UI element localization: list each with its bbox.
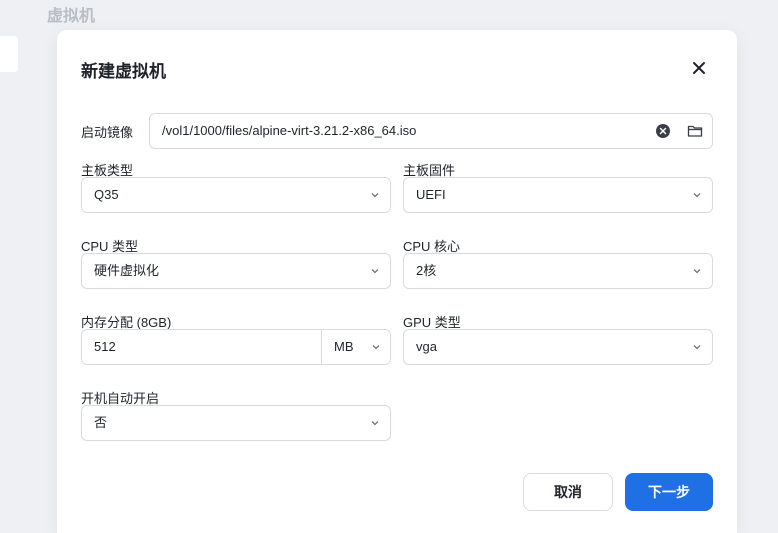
chevron-down-icon xyxy=(371,269,379,274)
folder-icon xyxy=(687,125,703,137)
chevron-down-icon xyxy=(693,345,701,350)
autostart-value: 否 xyxy=(94,415,108,430)
chevron-down-icon xyxy=(371,421,379,426)
cpu-cores-select[interactable]: 2核 xyxy=(403,253,713,289)
close-button[interactable] xyxy=(689,58,709,78)
chevron-down-icon xyxy=(371,193,379,198)
gpu-type-value: vga xyxy=(416,339,437,354)
boot-image-path: /vol1/1000/files/alpine-virt-3.21.2-x86_… xyxy=(162,123,417,138)
chevron-down-icon xyxy=(693,193,701,198)
motherboard-type-value: Q35 xyxy=(94,187,119,202)
dialog-title: 新建虚拟机 xyxy=(81,62,166,81)
next-button[interactable]: 下一步 xyxy=(625,473,713,511)
memory-input[interactable]: 512 xyxy=(94,330,116,364)
chevron-down-icon xyxy=(372,345,380,350)
cpu-type-value: 硬件虚拟化 xyxy=(94,263,160,278)
boot-image-field[interactable]: /vol1/1000/files/alpine-virt-3.21.2-x86_… xyxy=(149,113,713,149)
motherboard-firmware-select[interactable]: UEFI xyxy=(403,177,713,213)
gpu-type-select[interactable]: vga xyxy=(403,329,713,365)
background-page-title: 虚拟机 xyxy=(47,8,96,25)
boot-image-label: 启动镜像 xyxy=(81,125,134,140)
clear-button[interactable] xyxy=(655,123,671,139)
cancel-button[interactable]: 取消 xyxy=(523,473,613,511)
browse-folder-button[interactable] xyxy=(687,123,703,139)
autostart-select[interactable]: 否 xyxy=(81,405,391,441)
memory-unit-select[interactable]: MB xyxy=(321,330,390,364)
motherboard-firmware-value: UEFI xyxy=(416,187,446,202)
memory-field: 512 MB xyxy=(81,329,391,365)
memory-unit-value: MB xyxy=(334,339,354,354)
new-vm-dialog: 新建虚拟机 启动镜像 /vol1/1000/files/alpine-virt-… xyxy=(57,30,737,533)
close-icon xyxy=(693,62,705,74)
background-panel xyxy=(0,36,18,72)
clear-circle-icon xyxy=(656,124,670,138)
chevron-down-icon xyxy=(693,269,701,274)
cpu-type-select[interactable]: 硬件虚拟化 xyxy=(81,253,391,289)
motherboard-type-select[interactable]: Q35 xyxy=(81,177,391,213)
cpu-cores-value: 2核 xyxy=(416,263,437,278)
